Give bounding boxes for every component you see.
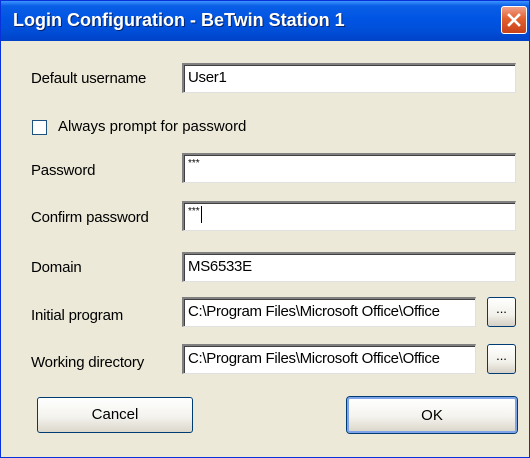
- window-title: Login Configuration - BeTwin Station 1: [13, 10, 345, 30]
- domain-label: Domain: [31, 259, 82, 276]
- login-configuration-dialog: Login Configuration - BeTwin Station 1 D…: [0, 0, 530, 458]
- ok-button[interactable]: OK: [347, 397, 517, 433]
- always-prompt-label[interactable]: Always prompt for password: [58, 118, 246, 135]
- initial-program-label: Initial program: [31, 307, 124, 324]
- close-button[interactable]: [501, 6, 527, 34]
- always-prompt-checkbox[interactable]: [32, 120, 47, 135]
- confirm-password-value: ***: [188, 206, 200, 217]
- title-bar[interactable]: Login Configuration - BeTwin Station 1: [1, 1, 529, 41]
- default-username-input[interactable]: User1: [182, 63, 516, 93]
- password-label: Password: [31, 162, 96, 179]
- initial-program-browse-button[interactable]: ...: [487, 297, 516, 327]
- working-directory-input[interactable]: C:\Program Files\Microsoft Office\Office: [182, 344, 476, 374]
- password-input[interactable]: ***: [182, 153, 516, 183]
- cancel-button[interactable]: Cancel: [37, 397, 193, 433]
- domain-input[interactable]: MS6533E: [182, 252, 516, 282]
- confirm-password-label: Confirm password: [31, 209, 149, 226]
- initial-program-input[interactable]: C:\Program Files\Microsoft Office\Office: [182, 297, 476, 327]
- text-caret: [200, 206, 202, 223]
- default-username-label: Default username: [31, 70, 147, 87]
- close-icon: [507, 13, 521, 27]
- confirm-password-input[interactable]: ***: [182, 201, 516, 231]
- working-directory-label: Working directory: [31, 354, 145, 371]
- working-directory-browse-button[interactable]: ...: [487, 344, 516, 374]
- dialog-body: Default username User1 Always prompt for…: [1, 41, 529, 457]
